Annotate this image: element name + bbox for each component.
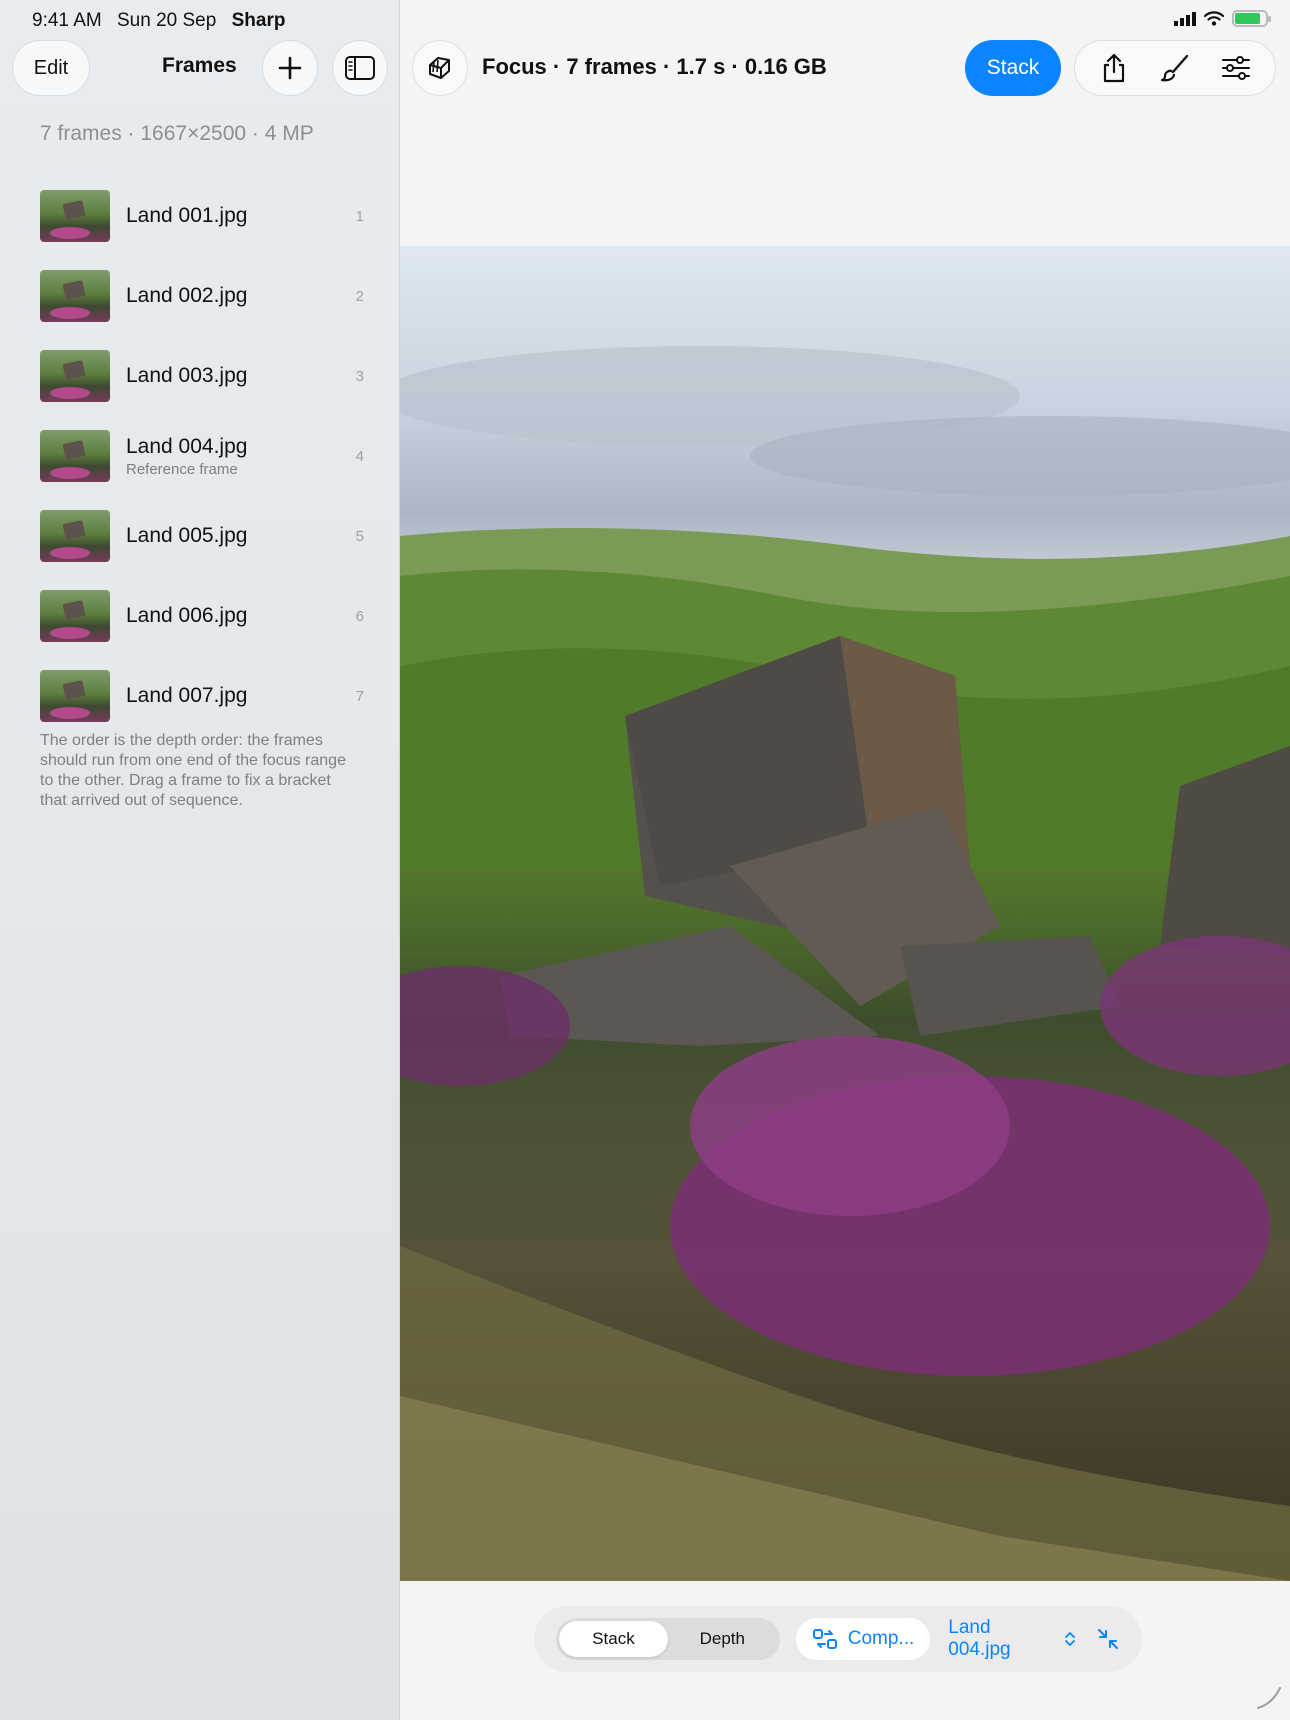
sidebar-title: Frames bbox=[162, 54, 237, 77]
stacked-photo-preview[interactable] bbox=[400, 246, 1290, 1581]
status-date: Sun 20 Sep bbox=[117, 10, 217, 31]
frame-thumbnail bbox=[40, 670, 110, 722]
frame-thumbnail bbox=[40, 510, 110, 562]
frame-name: Land 001.jpg bbox=[126, 204, 248, 227]
compare-icon bbox=[812, 1629, 837, 1649]
status-carrier: Sharp bbox=[231, 10, 286, 31]
sidebar-toolbar: Edit Frames bbox=[12, 40, 388, 96]
mode-segmented-control: Stack Depth bbox=[556, 1618, 780, 1660]
frame-index: 4 bbox=[355, 447, 364, 465]
battery-icon bbox=[1232, 10, 1271, 27]
document-title: Focus · 7 frames · 1.7 s · 0.16 GB bbox=[482, 54, 827, 79]
frame-index: 7 bbox=[355, 687, 364, 705]
compare-button[interactable]: Comp... bbox=[795, 1618, 931, 1660]
status-time: 9:41 AM bbox=[32, 10, 102, 31]
sliders-icon bbox=[1222, 56, 1251, 80]
tool-group bbox=[1074, 40, 1276, 96]
segment-depth[interactable]: Depth bbox=[668, 1621, 777, 1657]
frame-row-6[interactable]: Land 006.jpg 6 bbox=[40, 576, 364, 656]
frame-name: Land 002.jpg bbox=[126, 284, 248, 307]
status-bar-left: 9:41 AM Sun 20 Sep Sharp bbox=[32, 10, 295, 32]
frame-name: Land 004.jpg bbox=[126, 434, 248, 458]
segment-stack[interactable]: Stack bbox=[559, 1621, 668, 1657]
brush-button[interactable] bbox=[1155, 48, 1195, 88]
frames-summary: 7 frames · 1667×2500 · 4 MP bbox=[40, 122, 314, 145]
frame-index: 5 bbox=[355, 527, 364, 545]
frame-row-1[interactable]: Land 001.jpg 1 bbox=[40, 176, 364, 256]
frame-thumbnail bbox=[40, 430, 110, 482]
add-frame-button[interactable] bbox=[262, 40, 318, 96]
bottom-control-bar: Stack Depth Comp... Land 004.jpg bbox=[534, 1606, 1142, 1672]
plus-icon bbox=[278, 56, 302, 80]
frame-index: 6 bbox=[355, 607, 364, 625]
signal-icon bbox=[1174, 11, 1196, 26]
app-menu-button[interactable] bbox=[412, 40, 468, 96]
frame-index: 3 bbox=[355, 367, 364, 385]
frame-name: Land 007.jpg bbox=[126, 684, 248, 707]
frame-index: 1 bbox=[355, 207, 364, 225]
frame-thumbnail bbox=[40, 270, 110, 322]
reference-frame-value: Land 004.jpg bbox=[948, 1617, 1011, 1660]
reference-frame-label: Reference frame bbox=[126, 460, 238, 478]
compare-label: Comp... bbox=[847, 1628, 915, 1649]
share-icon bbox=[1103, 53, 1124, 83]
frame-row-5[interactable]: Land 005.jpg 5 bbox=[40, 496, 364, 576]
frame-list: Land 001.jpg 1 Land 002.jpg 2 Land 003.j… bbox=[40, 176, 364, 736]
status-bar-right bbox=[1174, 10, 1271, 27]
frame-name: Land 003.jpg bbox=[126, 364, 248, 387]
frame-row-7[interactable]: Land 007.jpg 7 bbox=[40, 656, 364, 736]
chevron-updown-icon bbox=[1065, 1632, 1075, 1646]
frame-row-3[interactable]: Land 003.jpg 3 bbox=[40, 336, 364, 416]
brush-icon bbox=[1160, 54, 1189, 82]
edit-button[interactable]: Edit bbox=[12, 40, 90, 96]
collapse-arrows-icon bbox=[1098, 1629, 1118, 1649]
frame-thumbnail bbox=[40, 350, 110, 402]
depth-order-note: The order is the depth order: the frames… bbox=[40, 732, 346, 809]
sidebar-toggle-icon bbox=[345, 56, 375, 80]
frame-row-4[interactable]: Land 004.jpg Reference frame 4 bbox=[40, 416, 364, 496]
share-button[interactable] bbox=[1094, 48, 1134, 88]
frame-thumbnail bbox=[40, 190, 110, 242]
frame-thumbnail bbox=[40, 590, 110, 642]
frame-name: Land 005.jpg bbox=[126, 524, 248, 547]
sidebar-toggle-button[interactable] bbox=[332, 40, 388, 96]
reference-frame-select[interactable]: Land 004.jpg bbox=[948, 1617, 1076, 1661]
exit-fullscreen-button[interactable] bbox=[1096, 1627, 1120, 1651]
adjustments-button[interactable] bbox=[1216, 48, 1256, 88]
frames-sidebar: 9:41 AM Sun 20 Sep Sharp Edit Frames 7 f… bbox=[0, 0, 400, 1720]
frame-index: 2 bbox=[355, 287, 364, 305]
wifi-icon bbox=[1204, 11, 1224, 26]
stack-button[interactable]: Stack bbox=[965, 40, 1061, 96]
stack-app-icon bbox=[429, 57, 450, 79]
frame-name: Land 006.jpg bbox=[126, 604, 248, 627]
main-canvas-area: Focus · 7 frames · 1.7 s · 0.16 GB Stack bbox=[400, 0, 1290, 1720]
resize-grip-icon[interactable] bbox=[1254, 1682, 1284, 1712]
frame-row-2[interactable]: Land 002.jpg 2 bbox=[40, 256, 364, 336]
